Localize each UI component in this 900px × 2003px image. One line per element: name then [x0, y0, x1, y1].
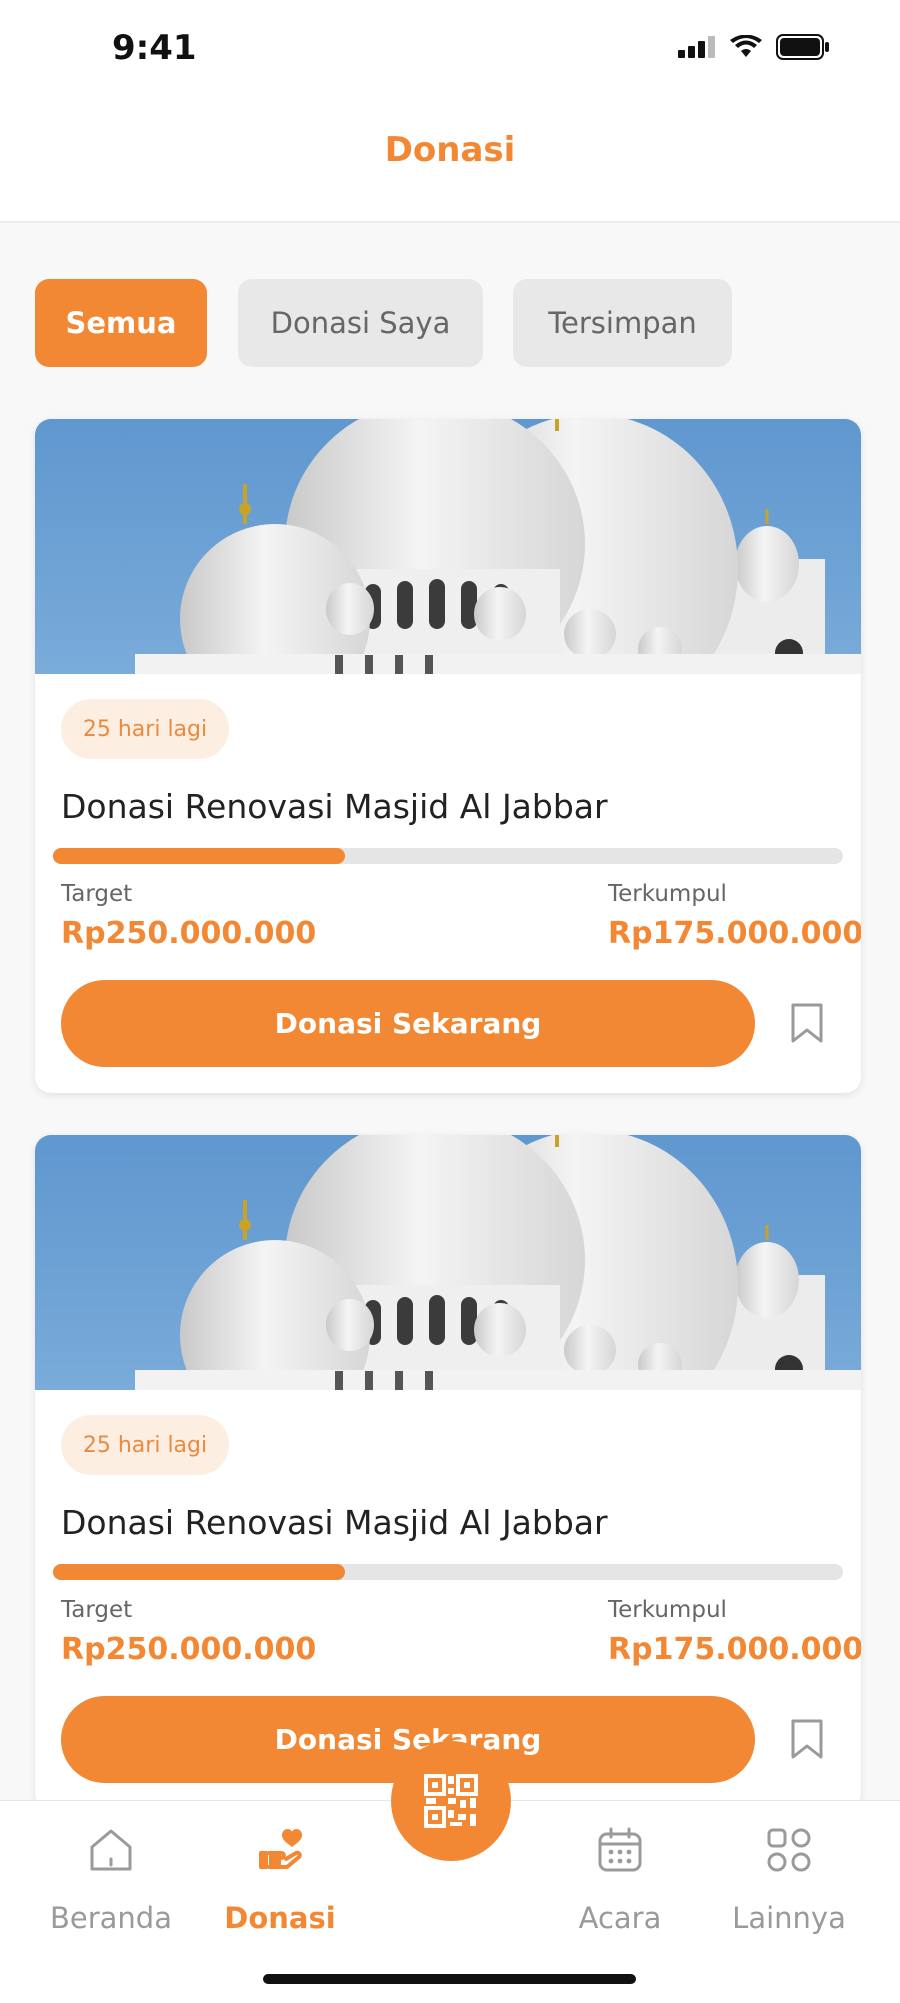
nav-label: Donasi — [224, 1901, 336, 1935]
wifi-icon — [730, 35, 762, 57]
nav-item-beranda[interactable]: Beranda — [36, 1825, 186, 1935]
qr-code-icon — [424, 1774, 478, 1828]
collected-label: Terkumpul — [608, 881, 727, 907]
target-value: Rp250.000.000 — [61, 916, 317, 951]
nav-label: Beranda — [50, 1901, 172, 1935]
card-title: Donasi Renovasi Masjid Al Jabbar — [61, 1503, 608, 1542]
progress-fill — [53, 848, 346, 864]
page-title: Donasi — [384, 130, 516, 170]
progress-bar — [53, 848, 843, 864]
mosque-image — [35, 1135, 861, 1390]
donation-card[interactable]: 25 hari lagi Donasi Renovasi Masjid Al J… — [35, 1135, 861, 1809]
status-icons — [678, 34, 830, 60]
donation-card[interactable]: 25 hari lagi Donasi Renovasi Masjid Al J… — [35, 419, 861, 1093]
tab-tersimpan[interactable]: Tersimpan — [513, 279, 732, 367]
progress-fill — [53, 1564, 346, 1580]
status-time: 9:41 — [112, 28, 197, 68]
donation-hand-heart-icon — [259, 1829, 302, 1869]
battery-icon — [776, 34, 829, 60]
progress-bar — [53, 1564, 843, 1580]
bookmark-icon[interactable] — [790, 1002, 824, 1044]
tab-donasi-saya[interactable]: Donasi Saya — [238, 279, 483, 367]
nav-label: Lainnya — [732, 1901, 846, 1935]
tab-semua[interactable]: Semua — [35, 279, 207, 367]
home-indicator — [263, 1974, 636, 1984]
signal-icon — [678, 36, 715, 58]
days-left-badge: 25 hari lagi — [61, 699, 229, 759]
nav-item-lainnya[interactable]: Lainnya — [714, 1825, 864, 1935]
grid-apps-icon — [767, 1828, 811, 1872]
bookmark-icon[interactable] — [790, 1718, 824, 1760]
qr-scan-button[interactable] — [391, 1741, 511, 1861]
donate-now-button[interactable]: Donasi Sekarang — [61, 980, 755, 1067]
calendar-icon — [598, 1827, 642, 1872]
nav-item-acara[interactable]: Acara — [545, 1825, 695, 1935]
target-value: Rp250.000.000 — [61, 1632, 317, 1667]
home-icon — [90, 1829, 132, 1871]
nav-item-donasi[interactable]: Donasi — [205, 1825, 355, 1935]
mosque-image — [35, 419, 861, 674]
nav-label: Acara — [578, 1901, 662, 1935]
collected-label: Terkumpul — [608, 1597, 727, 1623]
target-label: Target — [61, 1597, 133, 1623]
status-bar: 9:41 — [0, 0, 900, 100]
days-left-badge: 25 hari lagi — [61, 1415, 229, 1475]
collected-value: Rp175.000.000 — [608, 916, 861, 951]
collected-value: Rp175.000.000 — [608, 1632, 861, 1667]
card-title: Donasi Renovasi Masjid Al Jabbar — [61, 787, 608, 826]
target-label: Target — [61, 881, 133, 907]
